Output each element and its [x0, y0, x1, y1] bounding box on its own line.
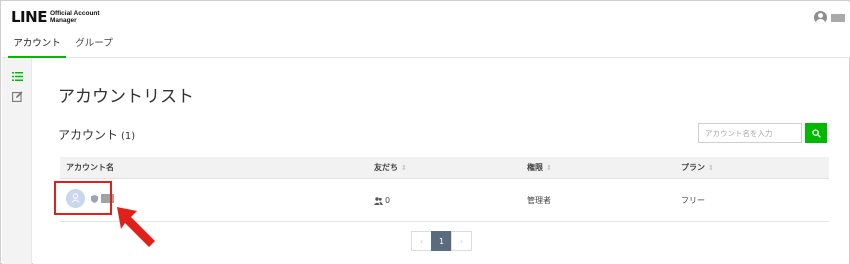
edit-icon[interactable]: [12, 91, 23, 102]
col-plan[interactable]: プラン ⇕: [681, 157, 714, 179]
pagination: ‹ 1 ›: [411, 231, 472, 251]
user-menu[interactable]: [814, 11, 845, 24]
page-1-button[interactable]: 1: [431, 231, 452, 251]
col-account-name-label: アカウント名: [66, 163, 114, 172]
people-icon: [374, 196, 383, 205]
logo-subtitle: Official Account Manager: [49, 10, 100, 24]
next-page-button[interactable]: ›: [451, 231, 472, 251]
account-count: (1): [121, 131, 136, 142]
col-plan-label: プラン: [681, 163, 705, 172]
sort-icon[interactable]: ⇕: [708, 157, 714, 179]
friends-cell: 0: [374, 179, 390, 222]
accounts-table: アカウント名 友だち ⇕ 権限 ⇕ プラン ⇕ 0 管理者 フリー: [60, 157, 829, 222]
account-search-input[interactable]: [698, 123, 802, 143]
col-role[interactable]: 権限 ⇕: [527, 157, 552, 179]
user-avatar-icon[interactable]: [814, 11, 827, 24]
search-bar: [698, 123, 827, 143]
sort-icon[interactable]: ⇕: [546, 157, 552, 179]
list-icon[interactable]: [12, 71, 23, 82]
col-friends[interactable]: 友だち ⇕: [374, 157, 407, 179]
page-title: アカウントリスト: [58, 87, 194, 107]
search-button[interactable]: [805, 123, 827, 143]
search-icon: [811, 128, 821, 138]
section-title-label: アカウント: [58, 128, 119, 142]
highlight-box: [54, 181, 112, 215]
tab-bar: アカウント グループ: [2, 32, 850, 58]
sort-icon[interactable]: ⇕: [401, 157, 407, 179]
table-row[interactable]: 0 管理者 フリー: [60, 179, 829, 222]
table-header: アカウント名 友だち ⇕ 権限 ⇕ プラン ⇕: [60, 157, 829, 179]
section-title: アカウント (1): [58, 126, 135, 143]
col-role-label: 権限: [527, 163, 543, 172]
friends-count: 0: [385, 196, 391, 205]
col-account-name: アカウント名: [66, 157, 114, 179]
user-name-redacted: [831, 13, 845, 22]
top-header: LINE Official Account Manager: [2, 2, 850, 32]
sidebar: [2, 58, 32, 264]
annotation-arrow-icon: [117, 207, 155, 247]
plan-cell: フリー: [681, 196, 705, 205]
prev-page-button[interactable]: ‹: [411, 231, 432, 251]
logo-mark: LINE: [11, 8, 47, 26]
line-logo[interactable]: LINE Official Account Manager: [11, 10, 120, 25]
tab-groups[interactable]: グループ: [72, 32, 116, 58]
role-cell: 管理者: [527, 196, 551, 205]
col-friends-label: 友だち: [374, 163, 398, 172]
tab-accounts[interactable]: アカウント: [8, 32, 66, 58]
app-window: LINE Official Account Manager アカウント グループ…: [0, 0, 850, 264]
